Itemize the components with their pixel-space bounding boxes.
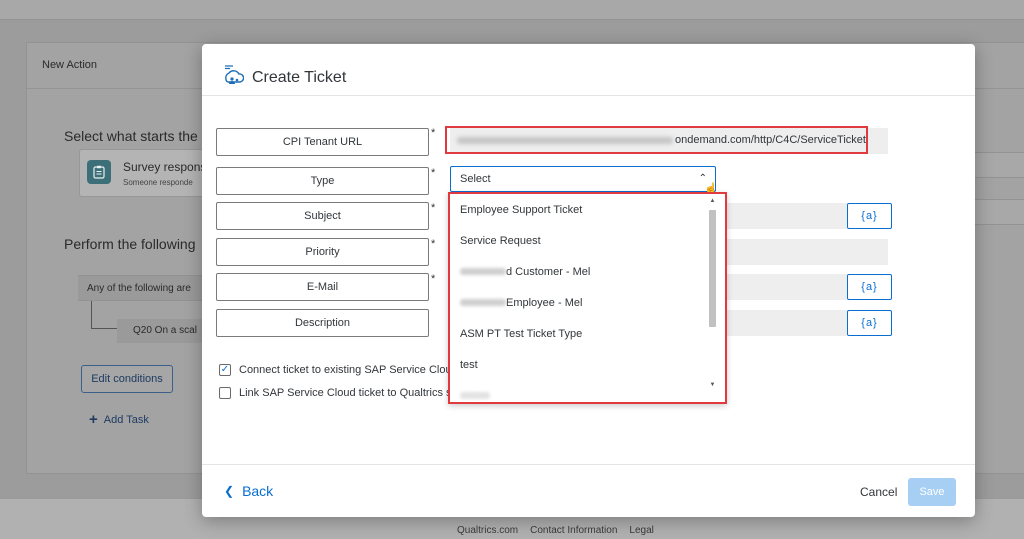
background-top-bar — [0, 0, 1024, 20]
link-ticket-checkbox-row[interactable]: Link SAP Service Cloud ticket to Qualtri… — [219, 387, 458, 399]
type-select[interactable]: Select ⌃ — [450, 166, 716, 192]
trigger-card-subtitle: Someone responde — [123, 178, 193, 187]
add-task-label: Add Task — [103, 413, 149, 426]
sap-cloud-icon — [222, 64, 245, 91]
save-button[interactable]: Save — [908, 478, 956, 506]
field-label-cpi-tenant-url: CPI Tenant URL — [216, 128, 429, 156]
dropdown-scrollbar[interactable]: ▲ ▼ — [708, 198, 717, 388]
redacted-text — [460, 299, 506, 306]
connect-ticket-checkbox-row[interactable]: ✓ Connect ticket to existing SAP Service… — [219, 364, 458, 376]
dropdown-option[interactable]: ASM PT Test Ticket Type — [450, 318, 712, 349]
back-label: Back — [242, 483, 274, 499]
question-condition[interactable]: Q20 On a scal — [117, 319, 207, 343]
subject-variable-button[interactable]: {a} — [847, 203, 892, 229]
required-asterisk: * — [431, 273, 436, 285]
required-asterisk: * — [431, 167, 436, 179]
footer-link-contact[interactable]: Contact Information — [530, 525, 617, 536]
scrollbar-thumb[interactable] — [709, 210, 716, 327]
dropdown-options: Employee Support Ticket Service Request … — [450, 194, 712, 402]
dialog-footer: ❮ Back Cancel Save — [202, 464, 975, 517]
connect-ticket-label: Connect ticket to existing SAP Service C… — [239, 364, 458, 376]
footer-link-legal[interactable]: Legal — [629, 525, 653, 536]
required-asterisk: * — [431, 202, 436, 214]
field-label-subject: Subject — [216, 202, 429, 230]
add-task-button[interactable]: + Add Task — [89, 411, 149, 428]
condition-text: Any of the following are — [87, 283, 191, 294]
condition-tree-line — [91, 301, 117, 329]
dialog-header: Create Ticket — [202, 44, 975, 96]
footer-links: Qualtrics.com Contact Information Legal — [457, 525, 654, 536]
question-text: Q20 On a scal — [133, 325, 197, 336]
background-row-stripe — [975, 152, 1024, 178]
check-icon[interactable]: ✓ — [219, 364, 231, 376]
field-label-type: Type — [216, 167, 429, 195]
create-ticket-dialog: Create Ticket CPI Tenant URL * Type * Su… — [202, 44, 975, 517]
url-value-text: ondemand.com/http/C4C/ServiceTicket — [675, 134, 866, 146]
field-label-email: E-Mail — [216, 273, 429, 301]
cpi-tenant-url-value[interactable]: ondemand.com/http/C4C/ServiceTicket — [445, 126, 868, 154]
type-select-value: Select — [460, 173, 491, 185]
chevron-left-icon: ❮ — [224, 484, 235, 498]
dropdown-option[interactable]: Employee - Mel — [450, 287, 712, 318]
type-dropdown-list[interactable]: Employee Support Ticket Service Request … — [448, 192, 727, 404]
required-asterisk: * — [431, 238, 436, 250]
survey-icon — [87, 160, 111, 184]
dropdown-option[interactable]: Employee Support Ticket — [450, 194, 712, 225]
condition-row[interactable]: Any of the following are — [78, 275, 208, 301]
dropdown-option[interactable]: test — [450, 349, 712, 380]
email-variable-button[interactable]: {a} — [847, 274, 892, 300]
trigger-card[interactable]: Survey respons Someone responde — [79, 149, 209, 197]
dropdown-option-partial[interactable] — [450, 380, 712, 402]
panel-title: New Action — [42, 59, 98, 71]
start-heading: Select what starts the a — [64, 128, 210, 144]
link-ticket-label: Link SAP Service Cloud ticket to Qualtri… — [239, 387, 458, 399]
scroll-up-icon[interactable]: ▲ — [708, 198, 717, 204]
scroll-down-icon[interactable]: ▼ — [708, 382, 717, 388]
field-label-priority: Priority — [216, 238, 429, 266]
redacted-url-part — [457, 136, 673, 144]
required-asterisk: * — [431, 127, 436, 139]
link-ticket-checkbox[interactable] — [219, 387, 231, 399]
edit-conditions-button[interactable]: Edit conditions — [81, 365, 173, 393]
perform-heading: Perform the following — [64, 236, 196, 252]
description-variable-button[interactable]: {a} — [847, 310, 892, 336]
dropdown-option[interactable]: Service Request — [450, 225, 712, 256]
dialog-title: Create Ticket — [252, 69, 347, 86]
field-label-description: Description — [216, 309, 429, 337]
clipped-text — [460, 392, 490, 399]
cancel-button[interactable]: Cancel — [860, 485, 897, 499]
back-button[interactable]: ❮ Back — [224, 483, 273, 499]
footer-link-qualtrics[interactable]: Qualtrics.com — [457, 525, 518, 536]
trigger-card-title: Survey respons — [123, 160, 207, 174]
plus-icon: + — [89, 411, 98, 428]
background-row-stripe — [975, 199, 1024, 225]
redacted-text — [460, 268, 506, 275]
dropdown-option[interactable]: d Customer - Mel — [450, 256, 712, 287]
